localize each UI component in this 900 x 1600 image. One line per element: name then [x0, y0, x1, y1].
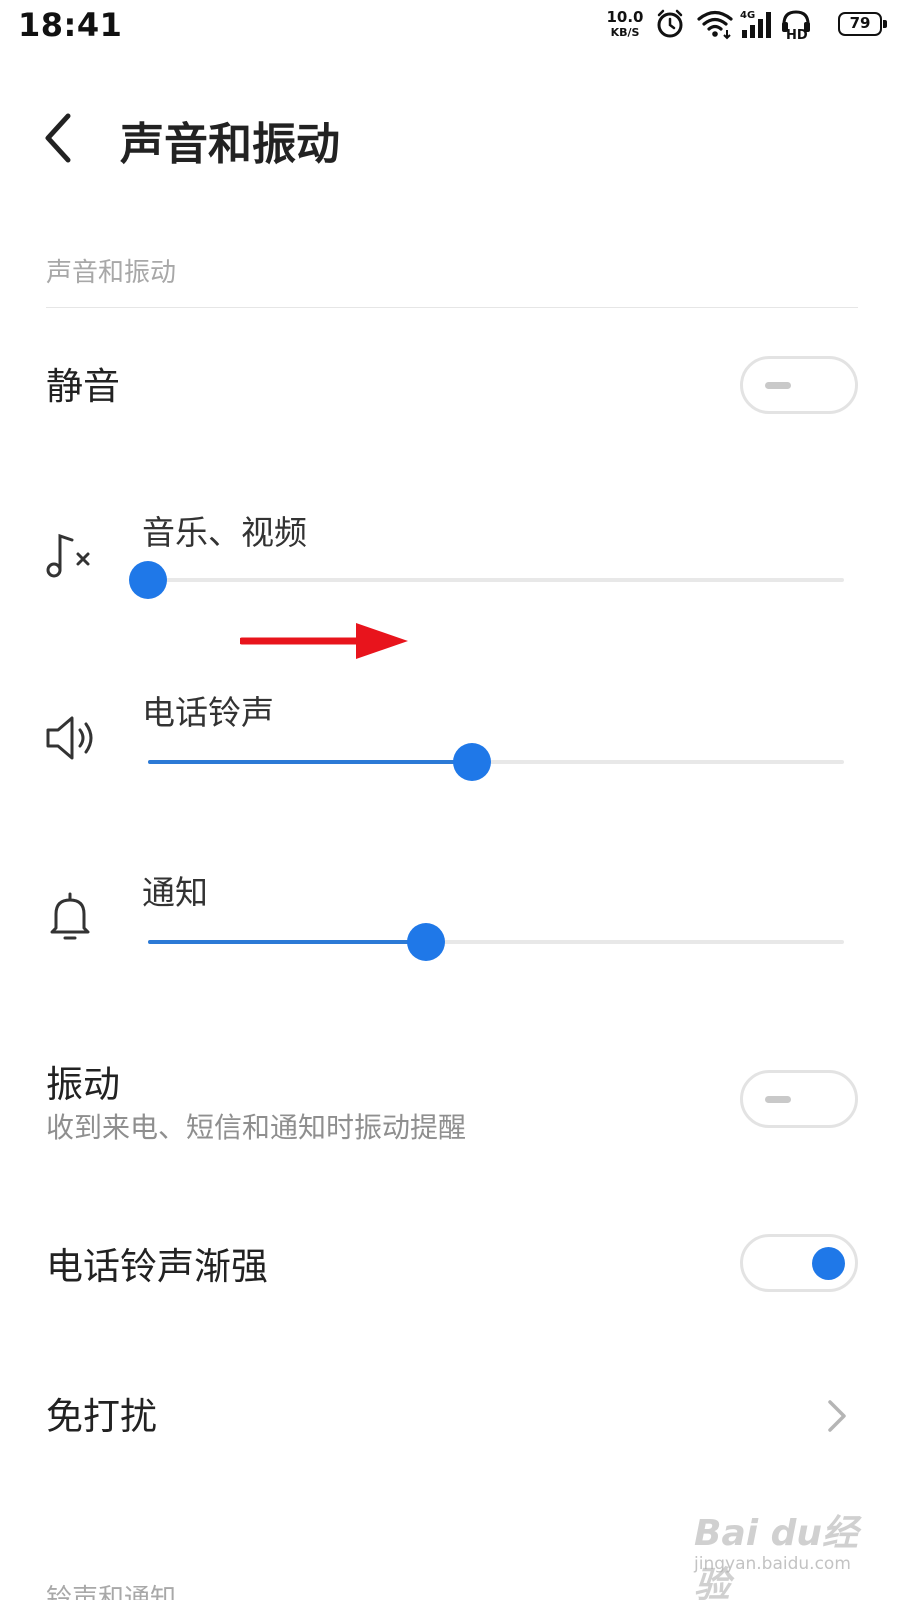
- section-title-sound: 声音和振动: [46, 258, 177, 288]
- slider-fill: [148, 760, 472, 764]
- slider-fill: [148, 940, 427, 944]
- svg-text:HD: HD: [786, 28, 808, 40]
- status-bar: 18:41 10.0 KB/S 4G HD 79: [0, 0, 900, 52]
- battery-icon: 79: [838, 12, 887, 36]
- settings-page: 18:41 10.0 KB/S 4G HD 79 声音和振动 声音和振动 静音 …: [0, 0, 900, 1600]
- chevron-right-icon[interactable]: [824, 1396, 850, 1436]
- network-speed-value: 10.0: [606, 8, 644, 26]
- watermark-url: jingyan.baidu.com: [694, 1554, 851, 1574]
- mute-label: 静音: [46, 365, 120, 408]
- dnd-label[interactable]: 免打扰: [46, 1386, 157, 1440]
- battery-level: 79: [849, 14, 871, 32]
- wifi-icon: [697, 10, 733, 40]
- vibration-label: 振动: [46, 1063, 120, 1106]
- ringtone-volume-slider[interactable]: [148, 742, 844, 782]
- notification-volume-slider[interactable]: [148, 922, 844, 962]
- mute-toggle[interactable]: [740, 356, 858, 414]
- slider-track: [148, 578, 844, 582]
- slider-thumb[interactable]: [129, 561, 167, 599]
- annotation-arrow: [240, 623, 408, 659]
- bell-icon: [50, 892, 90, 940]
- network-speed: 10.0 KB/S: [605, 10, 645, 40]
- hd-voice-icon: HD: [782, 10, 810, 40]
- status-time: 18:41: [18, 6, 123, 44]
- slider-thumb[interactable]: [452, 743, 491, 781]
- slider-label-notification: 通知: [142, 873, 208, 912]
- toggle-knob: [812, 1247, 845, 1280]
- slider-label-ringtone: 电话铃声: [142, 693, 274, 732]
- network-speed-unit: KB/S: [610, 26, 640, 39]
- music-volume-slider[interactable]: [129, 560, 844, 600]
- toggle-knob: [765, 382, 791, 389]
- music-muted-icon: [46, 533, 90, 578]
- ringtone-fade-toggle[interactable]: [740, 1234, 858, 1292]
- back-button[interactable]: [38, 108, 82, 168]
- section-title-ringtone: 铃声和通知: [46, 1584, 177, 1600]
- ringtone-fade-label: 电话铃声渐强: [46, 1245, 268, 1288]
- svg-text:4G: 4G: [740, 10, 755, 21]
- watermark: Bai du经验 jingyan.baidu.com: [690, 1500, 860, 1600]
- signal-icon: 4G: [740, 10, 771, 38]
- slider-thumb[interactable]: [407, 923, 446, 961]
- page-title: 声音和振动: [120, 119, 340, 170]
- speaker-icon: [46, 716, 93, 760]
- toggle-knob: [765, 1096, 791, 1103]
- vibration-sublabel: 收到来电、短信和通知时振动提醒: [46, 1111, 467, 1144]
- alarm-icon: [657, 9, 683, 38]
- slider-label-music: 音乐、视频: [142, 513, 307, 552]
- vibration-toggle[interactable]: [740, 1070, 858, 1128]
- section-divider: [46, 307, 858, 308]
- watermark-brand: Bai du经验: [694, 1513, 859, 1600]
